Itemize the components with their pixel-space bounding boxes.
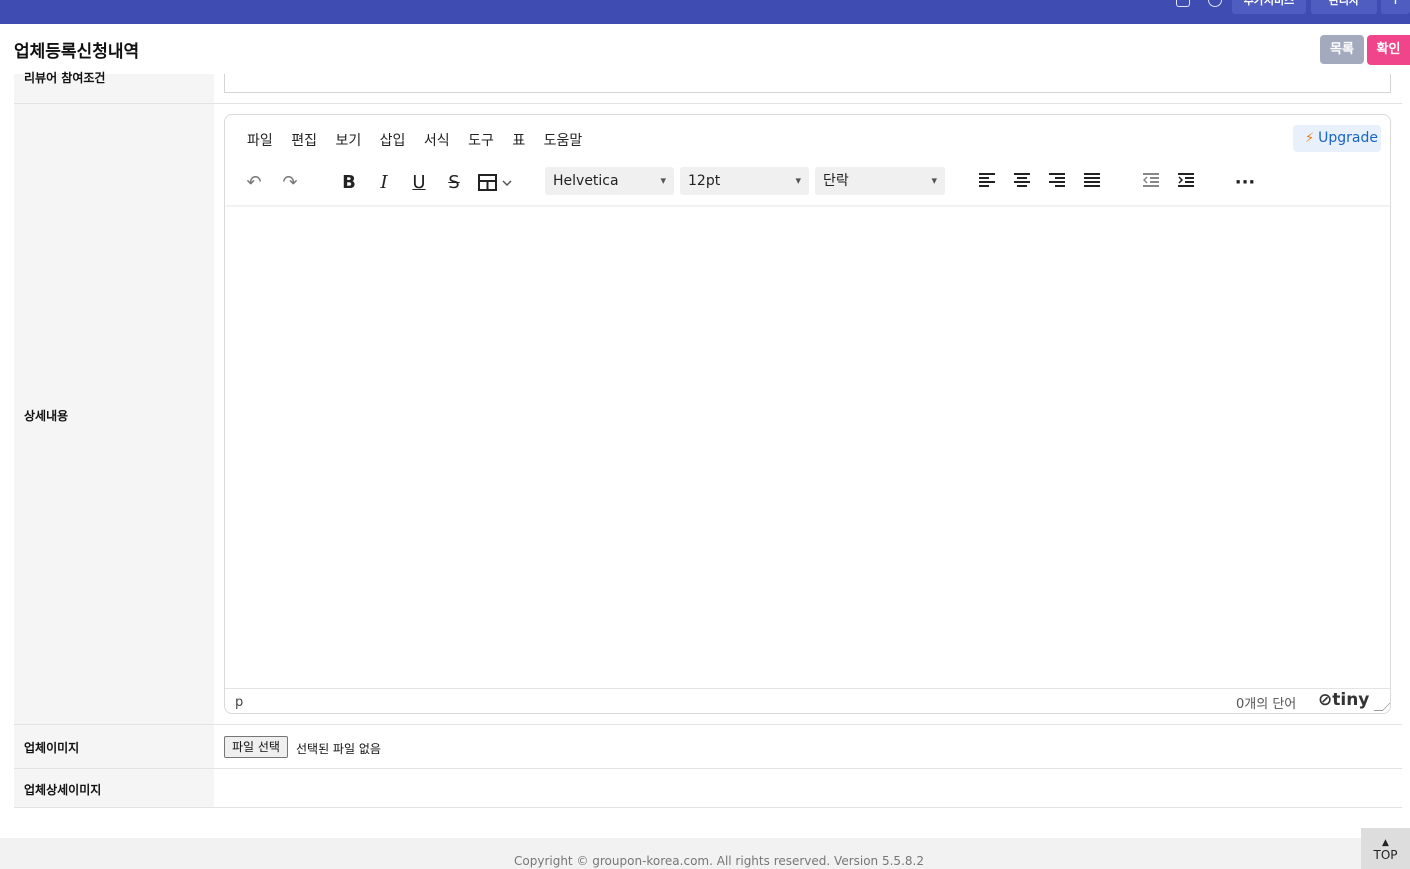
- tiny-brand-text: tiny: [1332, 690, 1370, 710]
- outdent-icon[interactable]: [1140, 171, 1162, 195]
- copyright-text: Copyright © groupon-korea.com. All right…: [514, 854, 924, 868]
- rich-text-editor: 파일 편집 보기 삽입 서식 도구 표 도움말 ⚡ Upgrade ↶ ↷ B I…: [224, 114, 1391, 714]
- bold-icon[interactable]: B: [338, 171, 360, 195]
- menu-table[interactable]: 표: [512, 133, 525, 149]
- triangle-up-icon: ▲: [1382, 838, 1389, 848]
- font-size-value: 12pt: [688, 173, 721, 189]
- block-format-select[interactable]: 단락 ▾: [815, 167, 945, 195]
- editor-content-area[interactable]: [225, 207, 1390, 688]
- upgrade-button[interactable]: ⚡ Upgrade: [1293, 125, 1381, 152]
- chevron-down-icon: ▾: [660, 174, 666, 187]
- element-path[interactable]: p: [235, 695, 243, 710]
- italic-icon[interactable]: I: [373, 171, 395, 195]
- font-family-value: Helvetica: [553, 173, 619, 189]
- extra-service-button[interactable]: 추가서비스: [1232, 0, 1306, 14]
- redo-icon[interactable]: ↷: [279, 171, 301, 195]
- menu-tools[interactable]: 도구: [468, 133, 494, 149]
- block-format-value: 단락: [823, 173, 849, 189]
- align-left-icon[interactable]: [976, 171, 998, 195]
- top-button-label: TOP: [1373, 848, 1398, 862]
- menu-insert[interactable]: 삽입: [380, 133, 406, 149]
- menu-view[interactable]: 보기: [335, 133, 361, 149]
- align-center-icon[interactable]: [1011, 171, 1033, 195]
- page-title: 업체등록신청내역: [14, 42, 140, 62]
- undo-icon[interactable]: ↶: [243, 171, 265, 195]
- editor-toolbar: ↶ ↷ B I U S Helvetica ▾ 12pt ▾ 단락 ▾ ···: [225, 163, 1390, 205]
- footer: Copyright © groupon-korea.com. All right…: [0, 838, 1410, 869]
- row-divider: [14, 724, 1402, 725]
- lightning-icon: ⚡: [1305, 131, 1315, 146]
- row-label-detail: 상세내용: [14, 104, 214, 724]
- strikethrough-icon[interactable]: S: [443, 171, 465, 195]
- menu-file[interactable]: 파일: [247, 133, 273, 149]
- tiny-logo[interactable]: ⊘tiny: [1318, 690, 1369, 710]
- chevron-down-icon: ▾: [931, 174, 937, 187]
- chevron-down-icon: ▾: [795, 174, 801, 187]
- font-size-select[interactable]: 12pt ▾: [680, 167, 809, 195]
- top-navigation-bar: 추가서비스 관리자 ↑: [0, 0, 1410, 24]
- row-divider: [14, 103, 1402, 104]
- word-count[interactable]: 0개의 단어: [1236, 693, 1296, 712]
- menu-format[interactable]: 서식: [424, 133, 450, 149]
- align-right-icon[interactable]: [1046, 171, 1068, 195]
- align-justify-icon[interactable]: [1081, 171, 1103, 195]
- scroll-top-button[interactable]: ▲ TOP: [1361, 828, 1410, 869]
- font-family-select[interactable]: Helvetica ▾: [545, 167, 674, 195]
- table-icon[interactable]: [477, 171, 515, 195]
- row-label-company-detail-image: 업체상세이미지: [14, 769, 214, 807]
- row-label-text: 업체이미지: [24, 741, 80, 755]
- editor-statusbar: p 0개의 단어 ⊘tiny: [225, 688, 1390, 713]
- row-label-company-image: 업체이미지: [14, 725, 214, 768]
- more-icon[interactable]: ···: [1234, 171, 1256, 195]
- underline-icon[interactable]: U: [408, 171, 430, 195]
- menu-edit[interactable]: 편집: [291, 133, 317, 149]
- monitor-icon[interactable]: [1176, 0, 1190, 7]
- row-label-text: 리뷰어 참여조건: [24, 71, 106, 85]
- editor-menubar: 파일 편집 보기 삽입 서식 도구 표 도움말: [247, 130, 596, 150]
- tiny-icon: ⊘: [1318, 690, 1333, 710]
- file-select-button[interactable]: 파일 선택: [224, 736, 288, 758]
- upgrade-label: Upgrade: [1318, 130, 1378, 146]
- row-divider: [14, 807, 1402, 808]
- row-label-reviewer-condition: 리뷰어 참여조건: [14, 71, 214, 103]
- row-label-text: 상세내용: [24, 409, 69, 423]
- file-status-text: 선택된 파일 없음: [296, 742, 381, 756]
- row-label-text: 업체상세이미지: [24, 783, 102, 797]
- confirm-button[interactable]: 확인: [1367, 35, 1410, 65]
- crown-icon[interactable]: [1208, 0, 1222, 7]
- nav-arrow-button[interactable]: ↑: [1381, 0, 1410, 14]
- menu-help[interactable]: 도움말: [544, 133, 583, 149]
- row-divider: [14, 768, 1402, 769]
- list-button[interactable]: 목록: [1320, 35, 1364, 64]
- reviewer-condition-input[interactable]: [224, 74, 1391, 93]
- page-header: 업체등록신청내역 목록 확인: [0, 24, 1410, 74]
- resize-handle-icon[interactable]: [1373, 702, 1390, 711]
- indent-icon[interactable]: [1175, 171, 1197, 195]
- admin-button[interactable]: 관리자: [1311, 0, 1377, 14]
